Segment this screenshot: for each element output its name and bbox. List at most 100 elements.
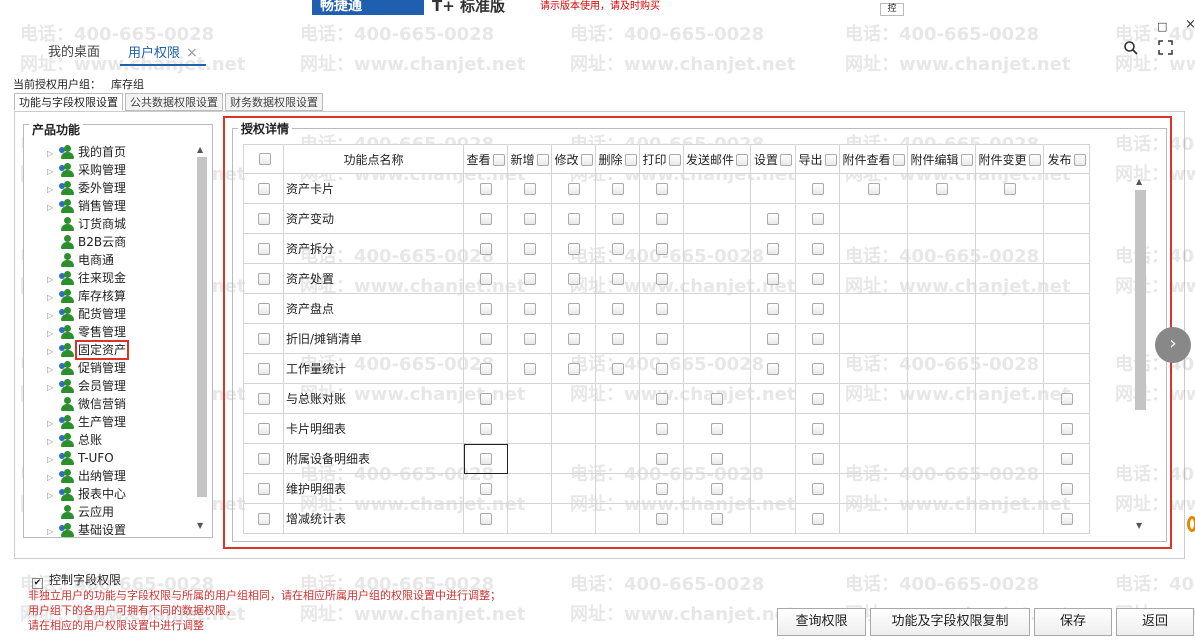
permission-checkbox[interactable] — [479, 422, 492, 435]
permission-cell-publish[interactable] — [1043, 473, 1090, 504]
column-header-attview[interactable]: 附件查看 — [839, 144, 908, 174]
permission-cell-add[interactable] — [507, 323, 552, 354]
tree-item[interactable]: ▷ 往来现金 — [47, 269, 126, 287]
permission-cell-publish[interactable] — [1043, 503, 1090, 534]
permission-cell-del[interactable] — [595, 263, 640, 294]
permission-checkbox[interactable] — [523, 272, 536, 285]
permission-cell-print[interactable] — [639, 353, 684, 384]
permission-checkbox[interactable] — [567, 302, 580, 315]
permission-cell-add[interactable] — [507, 203, 552, 234]
permission-checkbox[interactable] — [611, 182, 624, 195]
permission-cell-print[interactable] — [639, 443, 684, 474]
permission-checkbox[interactable] — [611, 302, 624, 315]
permission-cell-print[interactable] — [639, 293, 684, 324]
permission-cell-attchg[interactable] — [975, 173, 1044, 204]
permission-cell-mail[interactable] — [683, 443, 751, 474]
permission-checkbox[interactable] — [655, 212, 668, 225]
permission-checkbox[interactable] — [767, 272, 779, 285]
permission-checkbox[interactable] — [1060, 452, 1073, 465]
permission-checkbox[interactable] — [767, 302, 779, 315]
permission-cell-edit[interactable] — [551, 173, 596, 204]
grid-scrollbar[interactable]: ▲ ▼ — [1134, 175, 1147, 535]
tree-item[interactable]: 微信营销 — [47, 395, 126, 413]
permission-cell-view[interactable] — [463, 323, 508, 354]
permission-checkbox[interactable] — [811, 182, 824, 195]
query-permission-button[interactable]: 查询权限 — [777, 608, 866, 636]
expand-arrow-icon[interactable]: ▷ — [47, 523, 59, 541]
permission-cell-view[interactable] — [463, 353, 508, 384]
permission-checkbox[interactable] — [935, 182, 948, 195]
permission-checkbox[interactable] — [1060, 482, 1073, 495]
permission-checkbox[interactable] — [767, 212, 779, 225]
row-select-cell[interactable] — [243, 473, 284, 504]
permission-checkbox[interactable] — [479, 212, 492, 225]
back-button[interactable]: 返回 — [1116, 608, 1194, 636]
permission-cell-export[interactable] — [795, 263, 840, 294]
tree-item[interactable]: ▷ 配货管理 — [47, 305, 126, 323]
permission-cell-print[interactable] — [639, 503, 684, 534]
permission-cell-add[interactable] — [507, 173, 552, 204]
permission-cell-view[interactable] — [463, 203, 508, 234]
permission-checkbox[interactable] — [1003, 182, 1016, 195]
permission-checkbox[interactable] — [479, 332, 492, 345]
permission-cell-print[interactable] — [639, 263, 684, 294]
permission-cell-export[interactable] — [795, 233, 840, 264]
permission-cell-add[interactable] — [507, 263, 552, 294]
permission-cell-export[interactable] — [795, 473, 840, 504]
permission-checkbox[interactable] — [711, 482, 723, 495]
maximize-button[interactable]: □ — [1157, 20, 1167, 33]
tree-item[interactable]: ▷ 基础设置 — [47, 521, 126, 539]
row-select-checkbox[interactable] — [257, 332, 270, 345]
column-header-del[interactable]: 删除 — [595, 144, 640, 174]
column-header-attedit[interactable]: 附件编辑 — [907, 144, 976, 174]
permission-checkbox[interactable] — [479, 392, 492, 405]
row-select-cell[interactable] — [243, 293, 284, 324]
control-field-checkbox[interactable]: ✔ 控制字段权限 — [32, 571, 121, 589]
permission-checkbox[interactable] — [711, 392, 723, 405]
copy-permission-button[interactable]: 功能及字段权限复制 — [870, 608, 1030, 636]
permission-cell-edit[interactable] — [551, 323, 596, 354]
permission-cell-publish[interactable] — [1043, 413, 1090, 444]
permission-cell-export[interactable] — [795, 203, 840, 234]
permission-checkbox[interactable] — [811, 302, 824, 315]
permission-cell-edit[interactable] — [551, 293, 596, 324]
tree-item[interactable]: ▷ 销售管理 — [47, 197, 126, 215]
column-header-edit[interactable]: 修改 — [551, 144, 596, 174]
permission-checkbox[interactable] — [711, 452, 723, 465]
column-header-print[interactable]: 打印 — [639, 144, 684, 174]
permission-cell-attview[interactable] — [839, 173, 908, 204]
permission-cell-setup[interactable] — [750, 203, 796, 234]
permission-checkbox[interactable] — [867, 182, 880, 195]
column-select-checkbox[interactable] — [624, 153, 637, 166]
row-select-checkbox[interactable] — [257, 392, 270, 405]
permission-cell-del[interactable] — [595, 293, 640, 324]
permission-cell-edit[interactable] — [551, 263, 596, 294]
permission-checkbox[interactable] — [611, 362, 624, 375]
permission-cell-print[interactable] — [639, 383, 684, 414]
row-select-cell[interactable] — [243, 503, 284, 534]
permission-checkbox[interactable] — [655, 452, 668, 465]
permission-cell-view[interactable] — [463, 263, 508, 294]
row-select-checkbox[interactable] — [257, 362, 270, 375]
scroll-thumb[interactable] — [197, 157, 207, 497]
permission-checkbox[interactable] — [811, 392, 824, 405]
tree-item[interactable]: B2B云商 — [47, 233, 126, 251]
column-select-checkbox[interactable] — [492, 153, 505, 166]
column-select-checkbox[interactable] — [736, 153, 748, 166]
column-header-attchg[interactable]: 附件变更 — [975, 144, 1044, 174]
permission-cell-view[interactable] — [463, 233, 508, 264]
select-all-checkbox[interactable] — [258, 153, 271, 165]
tree-item[interactable]: ▷ 零售管理 — [47, 323, 126, 341]
permission-cell-del[interactable] — [595, 323, 640, 354]
tree-item[interactable]: 电商通 — [47, 251, 126, 269]
select-all-cell[interactable] — [243, 144, 284, 174]
permission-checkbox[interactable] — [767, 242, 779, 255]
permission-cell-export[interactable] — [795, 383, 840, 414]
row-select-cell[interactable] — [243, 383, 284, 414]
tab-my-desktop[interactable]: 我的桌面 — [40, 38, 108, 66]
tree-item[interactable]: ▷ 库存核算 — [47, 287, 126, 305]
row-select-cell[interactable] — [243, 173, 284, 204]
row-select-checkbox[interactable] — [257, 242, 270, 255]
permission-cell-edit[interactable] — [551, 233, 596, 264]
tree-item[interactable]: ▷ 生产管理 — [47, 413, 126, 431]
